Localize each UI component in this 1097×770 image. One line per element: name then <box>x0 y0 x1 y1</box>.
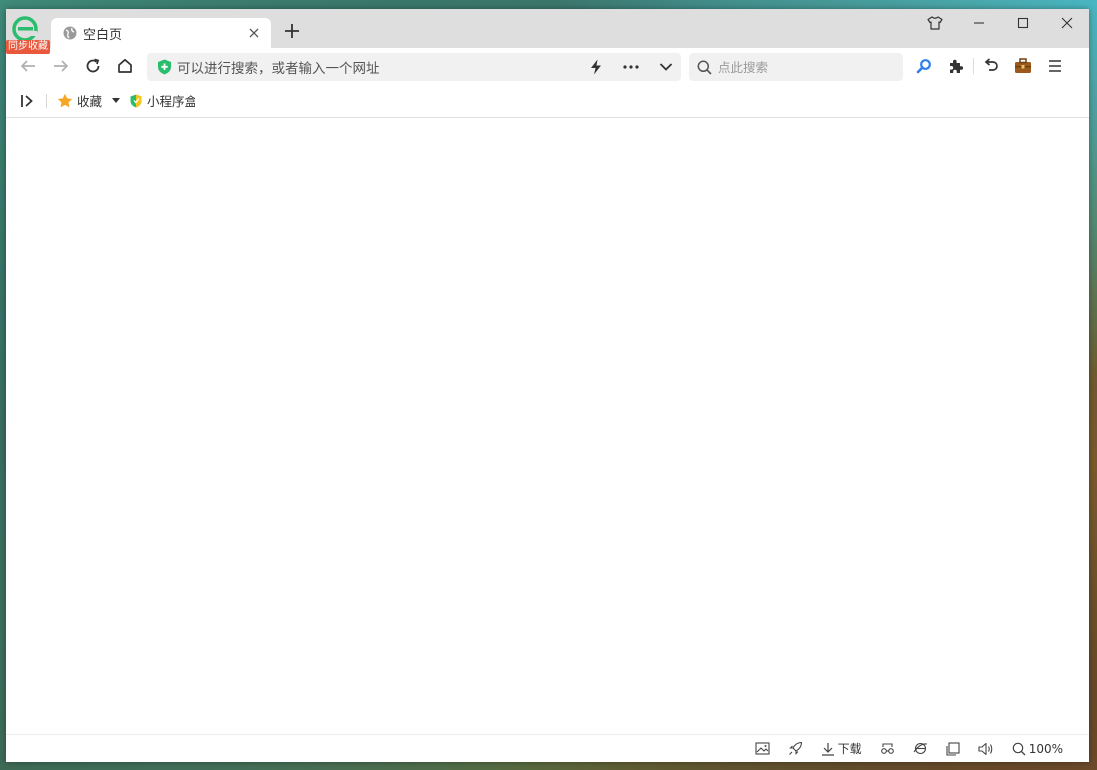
cast-icon[interactable] <box>880 742 895 755</box>
extensions-icon[interactable] <box>944 54 968 78</box>
mini-program-label: 小程序盒 <box>147 94 196 109</box>
brand[interactable]: 同步收藏 <box>6 9 50 54</box>
shield-plus-icon[interactable] <box>157 59 172 75</box>
refresh-button[interactable] <box>81 54 105 78</box>
image-icon[interactable] <box>755 742 770 755</box>
browser-e-logo-icon <box>12 16 38 42</box>
address-input[interactable]: 可以进行搜索，或者输入一个网址 <box>177 57 589 77</box>
toolbar-right <box>912 54 1067 78</box>
download-label: 下载 <box>837 742 862 756</box>
sidebar-toggle-icon[interactable] <box>20 94 34 108</box>
toolbar-divider <box>973 58 974 74</box>
address-bar[interactable]: 可以进行搜索，或者输入一个网址 <box>147 53 681 81</box>
menu-icon[interactable] <box>1043 54 1067 78</box>
status-bar: 下载 100% <box>6 734 1089 762</box>
bookmarks-divider <box>46 93 47 108</box>
new-tab-button[interactable] <box>282 21 302 41</box>
ie-mode-icon[interactable] <box>913 741 928 756</box>
star-icon <box>57 93 73 109</box>
zoom-control[interactable]: 100% <box>1012 742 1063 756</box>
toolbox-icon[interactable] <box>1011 54 1035 78</box>
forward-button[interactable] <box>49 54 73 78</box>
mini-program-icon <box>130 94 142 108</box>
search-input[interactable] <box>718 59 878 75</box>
browser-window: 同步收藏 空白页 可以进行搜索，或者输入一个网址 点此搜索 收藏 小程序盒 下载… <box>6 9 1089 762</box>
chevron-down-icon[interactable] <box>659 62 673 72</box>
mini-program-box[interactable]: 小程序盒 <box>130 91 195 110</box>
more-icon[interactable] <box>623 65 639 69</box>
tab-blank-page[interactable]: 空白页 <box>51 18 271 48</box>
tab-title: 空白页 <box>83 27 123 43</box>
minimize-icon[interactable] <box>957 9 1001 37</box>
globe-icon <box>63 26 77 40</box>
back-button[interactable] <box>16 54 40 78</box>
undo-close-tab-icon[interactable] <box>979 54 1003 78</box>
rocket-icon[interactable] <box>788 741 803 756</box>
bookmarks-bar: 收藏 小程序盒 <box>6 84 1089 118</box>
lightning-icon[interactable] <box>589 59 603 75</box>
search-go-icon[interactable] <box>912 54 936 78</box>
favorites-button[interactable]: 收藏 <box>57 91 121 110</box>
window-controls <box>913 9 1089 37</box>
tab-close-icon[interactable] <box>247 26 261 40</box>
zoom-level: 100% <box>1028 741 1063 756</box>
navigation-bar: 可以进行搜索，或者输入一个网址 <box>6 48 1089 84</box>
window-mode-icon[interactable] <box>946 741 960 756</box>
caret-down-icon[interactable] <box>112 98 121 103</box>
address-actions <box>589 59 673 75</box>
favorites-label: 收藏 <box>77 94 103 109</box>
close-icon[interactable] <box>1045 9 1089 37</box>
home-button[interactable] <box>113 54 137 78</box>
download-button[interactable]: 下载 <box>821 740 862 757</box>
page-content[interactable] <box>6 118 1089 734</box>
volume-icon[interactable] <box>978 742 994 756</box>
search-box[interactable] <box>689 53 903 81</box>
search-icon <box>697 60 712 75</box>
skin-icon[interactable] <box>913 9 957 37</box>
title-bar: 同步收藏 空白页 <box>6 9 1089 54</box>
maximize-icon[interactable] <box>1001 9 1045 37</box>
sync-favorites-badge[interactable]: 同步收藏 <box>6 40 50 54</box>
